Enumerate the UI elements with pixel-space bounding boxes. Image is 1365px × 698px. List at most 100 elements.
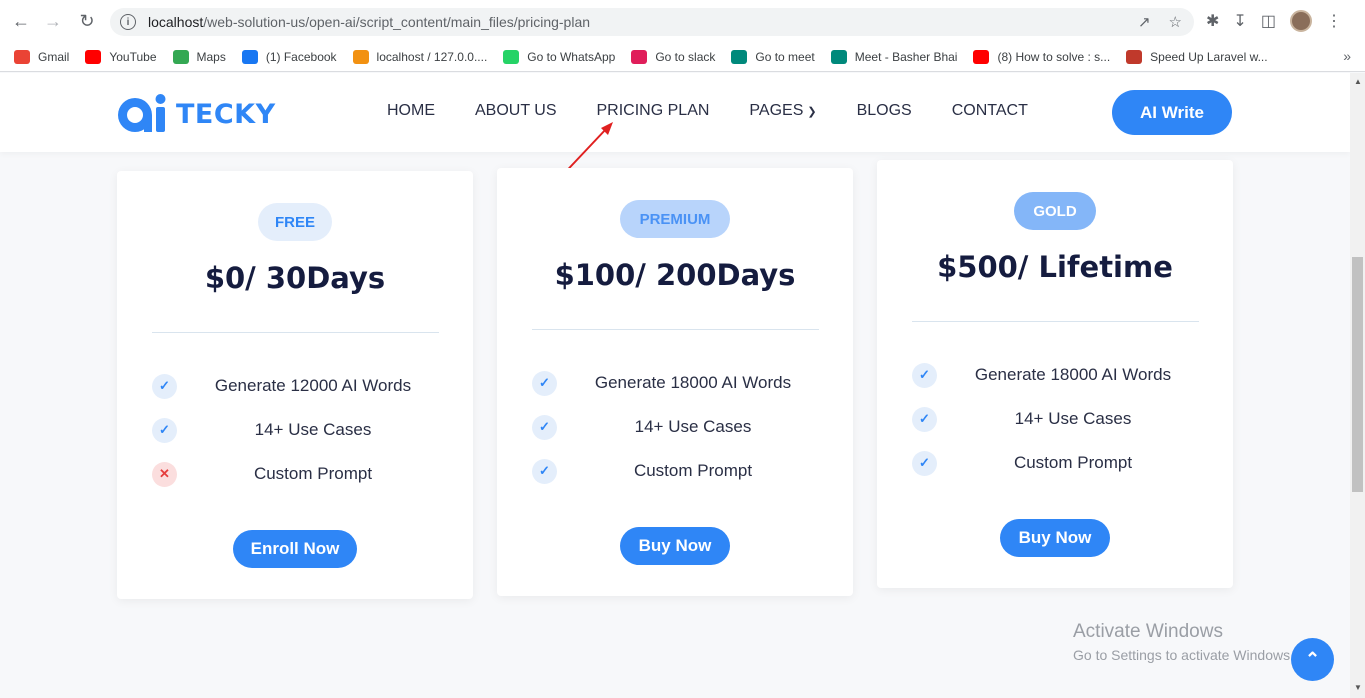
check-icon: ✓ — [152, 373, 177, 399]
feature-text: Custom Prompt — [253, 464, 373, 483]
plan-price: $100/ 200Days — [554, 258, 796, 292]
scrollbar-thumb[interactable] — [1352, 257, 1363, 492]
bookmark-label: Go to WhatsApp — [527, 49, 616, 64]
bookmark-item[interactable]: Speed Up Laravel w... — [1126, 49, 1268, 64]
ai-logo-icon — [118, 94, 166, 132]
feature-text: 14+ Use Cases — [1014, 409, 1132, 428]
bookmark-item[interactable]: Meet - Basher Bhai — [830, 49, 958, 64]
profile-avatar[interactable] — [1289, 10, 1312, 32]
check-icon: ✓ — [532, 414, 557, 440]
buy-now-button[interactable]: Buy Now — [620, 527, 730, 565]
more-bookmarks-icon[interactable]: » — [1343, 48, 1351, 64]
plan-feature: ✓ Generate 18000 AI Words — [912, 362, 1199, 388]
plan-feature: ✓ 14+ Use Cases — [532, 414, 819, 440]
bookmark-label: Go to meet — [755, 49, 815, 64]
youtube-icon — [85, 49, 102, 64]
logo-text: TECKY — [176, 98, 276, 130]
address-bar[interactable]: i localhost/web-solution-us/open-ai/scri… — [110, 8, 1194, 36]
scroll-to-top-button[interactable]: ⌃ — [1291, 638, 1334, 681]
scroll-down-arrow-icon[interactable]: ▼ — [1354, 683, 1362, 692]
plan-badge: PREMIUM — [620, 200, 730, 238]
cross-icon: ✕ — [152, 461, 177, 487]
plan-feature: ✓ Custom Prompt — [532, 458, 819, 484]
bookmark-label: Speed Up Laravel w... — [1150, 49, 1268, 64]
bookmark-item[interactable]: Maps — [172, 49, 226, 64]
download-icon[interactable]: ↧ — [1233, 11, 1246, 31]
plan-price: $500/ Lifetime — [937, 250, 1173, 284]
bookmark-label: Maps — [196, 49, 226, 64]
plan-badge: GOLD — [1014, 192, 1096, 230]
share-icon[interactable]: ↗ — [1138, 13, 1151, 31]
site-logo[interactable]: TECKY — [116, 93, 276, 135]
plan-feature: ✓ Generate 12000 AI Words — [152, 373, 439, 399]
bookmark-label: Gmail — [38, 49, 70, 64]
maps-icon — [172, 49, 189, 64]
watermark-subtitle: Go to Settings to activate Windows. — [1073, 647, 1294, 663]
check-icon: ✓ — [912, 406, 937, 432]
nav-contact[interactable]: CONTACT — [952, 102, 1028, 120]
facebook-icon — [241, 49, 258, 64]
slack-icon — [631, 49, 648, 64]
meet-icon — [731, 49, 748, 64]
bookmark-item[interactable]: Go to meet — [731, 49, 815, 64]
bookmark-label: Meet - Basher Bhai — [854, 49, 958, 64]
bookmark-label: YouTube — [109, 49, 157, 64]
feature-text: 14+ Use Cases — [634, 417, 752, 436]
windows-activation-watermark: Activate Windows Go to Settings to activ… — [1073, 621, 1294, 663]
whatsapp-icon — [503, 49, 520, 64]
bookmark-item[interactable]: (1) Facebook — [241, 49, 337, 64]
reload-icon[interactable]: ↻ — [76, 10, 98, 32]
plan-feature: ✓ 14+ Use Cases — [912, 406, 1199, 432]
chevron-down-icon: ❯ — [807, 105, 817, 118]
check-icon: ✓ — [152, 417, 177, 443]
chevron-up-icon: ⌃ — [1304, 649, 1321, 669]
nav-home[interactable]: HOME — [387, 102, 435, 120]
plan-feature: ✓ Custom Prompt — [912, 450, 1199, 476]
back-arrow-icon[interactable]: ← — [10, 10, 32, 32]
feature-text: Generate 18000 AI Words — [974, 365, 1172, 384]
browser-menu-icon[interactable]: ⋮ — [1326, 11, 1342, 31]
nav-pages[interactable]: PAGES ❯ — [749, 102, 816, 120]
forward-arrow-icon[interactable]: → — [42, 10, 64, 32]
bookmark-item[interactable]: Gmail — [14, 49, 70, 64]
page-scrollbar[interactable]: ▲ ▼ — [1350, 73, 1365, 698]
bookmark-item[interactable]: Go to WhatsApp — [503, 49, 616, 64]
plan-badge: FREE — [258, 203, 332, 241]
check-icon: ✓ — [912, 362, 937, 388]
plan-price: $0/ 30Days — [204, 261, 386, 295]
feature-text: Generate 18000 AI Words — [594, 373, 792, 392]
divider — [152, 332, 439, 333]
main-nav: HOME ABOUT US PRICING PLAN PAGES ❯ BLOGS … — [387, 102, 1068, 120]
divider — [532, 329, 819, 330]
pricing-card-free: FREE $0/ 30Days ✓ Generate 12000 AI Words ✓ 1… — [117, 171, 473, 599]
bookmark-star-icon[interactable]: ☆ — [1169, 13, 1182, 31]
nav-pages-label: PAGES — [749, 102, 804, 119]
feature-text: 14+ Use Cases — [254, 420, 372, 439]
feature-text: Custom Prompt — [1013, 453, 1133, 472]
bookmark-item[interactable]: (8) How to solve : s... — [973, 49, 1111, 64]
feature-text: Custom Prompt — [633, 461, 753, 480]
bookmark-label: (8) How to solve : s... — [997, 49, 1111, 64]
divider — [912, 321, 1199, 322]
scroll-up-arrow-icon[interactable]: ▲ — [1354, 77, 1362, 86]
site-info-icon[interactable]: i — [120, 14, 136, 30]
plan-feature: ✕ Custom Prompt — [152, 461, 439, 487]
bookmark-item[interactable]: Go to slack — [631, 49, 716, 64]
youtube-icon — [973, 49, 990, 64]
bookmark-label: (1) Facebook — [265, 49, 337, 64]
buy-now-button[interactable]: Buy Now — [1000, 519, 1110, 557]
check-icon: ✓ — [912, 450, 937, 476]
plan-feature: ✓ Generate 18000 AI Words — [532, 370, 819, 396]
ai-write-button[interactable]: AI Write — [1112, 90, 1232, 135]
browser-toolbar: ← → ↻ i localhost/web-solution-us/open-a… — [0, 0, 1365, 42]
side-panel-icon[interactable]: ◫ — [1261, 11, 1276, 31]
nav-blogs[interactable]: BLOGS — [857, 102, 912, 120]
bookmark-item[interactable]: YouTube — [85, 49, 157, 64]
bookmark-label: Go to slack — [655, 49, 716, 64]
plan-feature: ✓ 14+ Use Cases — [152, 417, 439, 443]
enroll-now-button[interactable]: Enroll Now — [233, 530, 357, 568]
bookmark-item[interactable]: localhost / 127.0.0.... — [352, 49, 487, 64]
site-header: TECKY HOME ABOUT US PRICING PLAN PAGES ❯ … — [0, 73, 1350, 152]
check-icon: ✓ — [532, 370, 557, 396]
extensions-icon[interactable]: ✱ — [1206, 11, 1219, 31]
